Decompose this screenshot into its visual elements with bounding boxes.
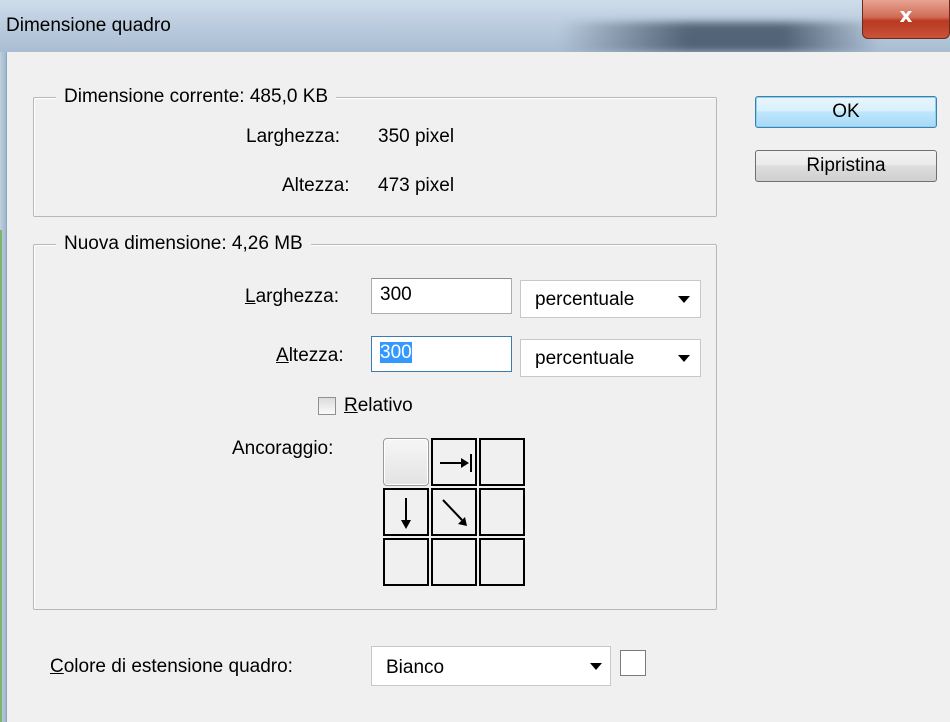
current-size-legend: Dimensione corrente: 485,0 KB [56,86,337,108]
anchor-cell-center[interactable] [431,488,477,536]
extension-color-swatch[interactable] [620,650,646,676]
relative-label: Relativo [344,395,413,416]
relative-checkbox[interactable] [318,397,336,415]
title-bar: Dimensione quadro x [0,0,950,52]
chevron-down-icon [590,663,602,670]
anchor-cell-top-left[interactable] [383,438,429,486]
current-width-value: 350 pixel [378,126,455,147]
current-height-label: Altezza: [282,175,350,196]
anchor-grid [383,438,528,588]
ok-button[interactable]: OK [755,96,937,128]
current-width-label: Larghezza: [246,126,341,147]
arrow-down-icon [401,498,411,529]
new-height-label: Altezza: [276,345,344,366]
window-title: Dimensione quadro [6,15,171,36]
anchor-cell-top-center[interactable] [431,438,477,486]
anchor-cell-bottom-right[interactable] [479,538,525,586]
new-size-legend: Nuova dimensione: 4,26 MB [56,233,311,255]
anchor-cell-middle-left[interactable] [383,488,429,536]
anchor-label: Ancoraggio: [232,438,334,459]
height-unit-select[interactable]: percentuale [520,339,701,377]
extension-color-label: Colore di estensione quadro: [50,656,293,677]
anchor-cell-middle-right[interactable] [479,488,525,536]
height-input[interactable]: 300 [371,336,512,372]
arrow-down-right-icon [442,499,467,526]
close-icon: x [899,3,913,27]
chevron-down-icon [678,355,690,362]
new-width-label: Larghezza: [245,286,340,307]
width-input[interactable]: 300 [371,278,512,314]
extension-color-select[interactable]: Bianco [371,646,611,686]
chevron-down-icon [678,296,690,303]
close-button[interactable]: x [862,0,950,39]
anchor-cell-top-right[interactable] [479,438,525,486]
width-unit-select[interactable]: percentuale [520,280,701,318]
anchor-cell-bottom-center[interactable] [431,538,477,586]
anchor-cell-bottom-left[interactable] [383,538,429,586]
arrow-right-icon [440,454,472,472]
current-size-group [33,97,717,217]
reset-button[interactable]: Ripristina [755,150,937,182]
current-height-value: 473 pixel [378,175,455,196]
